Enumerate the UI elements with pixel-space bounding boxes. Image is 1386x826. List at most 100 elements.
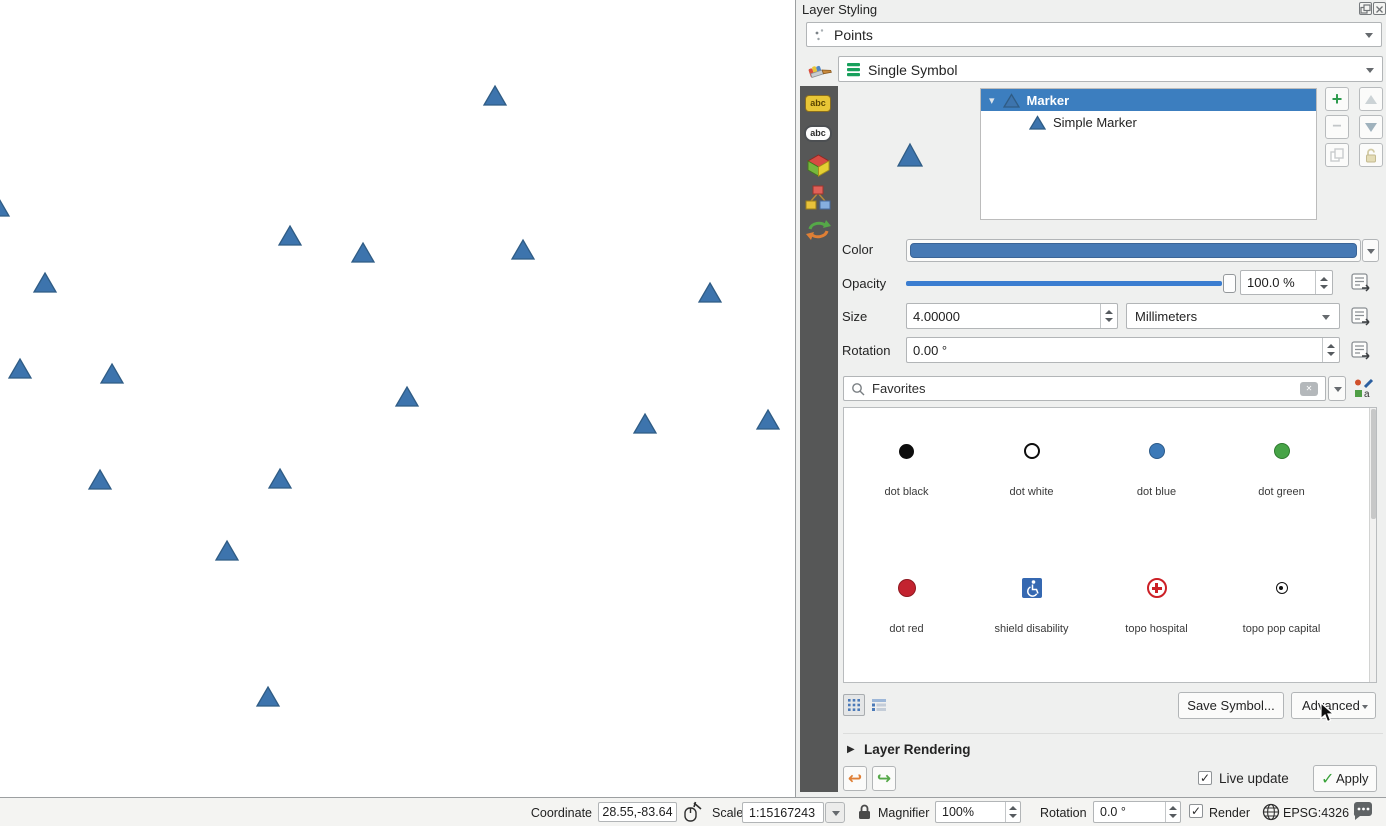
chevron-down-icon xyxy=(1362,705,1368,709)
magnifier-spinbox[interactable] xyxy=(935,801,1021,823)
symbol-item-dot-white[interactable]: dot white xyxy=(969,416,1094,546)
redo-button[interactable]: ↪ xyxy=(872,766,896,791)
move-up-button[interactable] xyxy=(1359,87,1383,111)
undo-button[interactable]: ↩ xyxy=(843,766,867,791)
crs-globe-icon[interactable] xyxy=(1262,803,1280,821)
symbol-item-shield-disability[interactable]: shield disability xyxy=(969,553,1094,683)
live-update-label: Live update xyxy=(1219,771,1289,786)
labels-tab-icon[interactable]: abc xyxy=(805,95,831,112)
scrollbar-thumb[interactable] xyxy=(1371,409,1376,519)
lock-scale-icon[interactable] xyxy=(857,803,872,820)
status-bar: Coordinate Scale Magnifier Rotation xyxy=(0,797,1386,826)
opacity-spinbox[interactable] xyxy=(1240,270,1333,295)
slider-handle[interactable] xyxy=(1223,274,1236,293)
callouts-tab-icon[interactable]: abc xyxy=(804,125,832,142)
renderer-selector[interactable]: Single Symbol xyxy=(838,56,1383,82)
apply-button[interactable]: ✓ Apply xyxy=(1313,765,1377,792)
symbol-item-dot-red[interactable]: dot red xyxy=(844,553,969,683)
data-defined-override-icon[interactable] xyxy=(1350,272,1372,294)
move-down-button[interactable] xyxy=(1359,115,1383,139)
symbol-search-box[interactable]: Favorites ✕ xyxy=(843,376,1326,401)
data-defined-override-icon[interactable] xyxy=(1350,306,1372,328)
scale-dropdown-button[interactable] xyxy=(825,802,845,823)
size-spinbox[interactable] xyxy=(906,303,1118,329)
symbol-item-topo-hospital[interactable]: topo hospital xyxy=(1094,553,1219,683)
scrollbar[interactable] xyxy=(1369,408,1376,682)
save-symbol-button[interactable]: Save Symbol... xyxy=(1178,692,1284,719)
clear-search-icon[interactable]: ✕ xyxy=(1300,382,1318,396)
color-swatch xyxy=(910,243,1357,258)
coordinate-value[interactable] xyxy=(599,803,676,821)
spin-buttons[interactable] xyxy=(1165,802,1180,822)
rotation-spinbox[interactable] xyxy=(906,337,1340,363)
3d-view-tab-icon[interactable] xyxy=(806,153,831,178)
rotation-status-spinbox[interactable] xyxy=(1093,801,1181,823)
remove-symbol-layer-button[interactable]: − xyxy=(1325,115,1349,139)
pop-capital-icon xyxy=(1276,582,1288,594)
scale-value[interactable] xyxy=(743,803,823,822)
symbology-brush-icon xyxy=(806,58,832,82)
style-manager-icon[interactable]: a xyxy=(1353,378,1374,399)
size-unit-combo[interactable]: Millimeters xyxy=(1126,303,1340,329)
divider xyxy=(843,733,1383,734)
point-marker xyxy=(279,226,301,245)
dot-blue-icon xyxy=(1149,443,1165,459)
duplicate-button[interactable] xyxy=(1325,143,1349,167)
history-tab-icon[interactable] xyxy=(805,218,832,241)
icon-view-button[interactable] xyxy=(843,694,865,716)
point-marker xyxy=(269,469,291,488)
lock-colors-button[interactable] xyxy=(1359,143,1383,167)
spin-buttons[interactable] xyxy=(1315,271,1332,294)
diagrams-tab-icon[interactable] xyxy=(805,185,832,210)
point-marker xyxy=(9,359,31,378)
float-panel-icon[interactable] xyxy=(1359,2,1372,15)
symbol-item-dot-black[interactable]: dot black xyxy=(844,416,969,546)
point-marker xyxy=(396,387,418,406)
render-label: Render xyxy=(1209,806,1250,820)
undo-icon: ↩ xyxy=(848,769,862,788)
list-view-icon xyxy=(872,699,886,711)
points-layer xyxy=(0,0,796,797)
opacity-slider[interactable] xyxy=(906,273,1236,294)
close-panel-icon[interactable] xyxy=(1373,2,1386,15)
spin-buttons[interactable] xyxy=(1005,802,1020,822)
spin-buttons[interactable] xyxy=(1322,338,1339,362)
layer-selector[interactable]: Points xyxy=(806,22,1382,47)
dot-red-icon xyxy=(898,579,916,597)
messages-icon[interactable] xyxy=(1352,802,1374,822)
collapse-arrow-icon[interactable]: ▶ xyxy=(847,744,855,755)
add-symbol-layer-button[interactable]: + xyxy=(1325,87,1349,111)
hospital-icon xyxy=(1147,578,1167,598)
scale-input[interactable] xyxy=(742,802,824,823)
symbol-preset-grid: dot black dot white dot blue dot green d… xyxy=(843,407,1377,683)
symbol-tree-item-marker[interactable]: ▾ Marker xyxy=(981,89,1316,111)
size-input[interactable] xyxy=(907,304,1117,328)
live-update-checkbox[interactable]: ✓ xyxy=(1198,771,1212,785)
color-label: Color xyxy=(842,242,873,257)
color-button[interactable] xyxy=(906,239,1361,262)
symbol-item-topo-pop-capital[interactable]: topo pop capital xyxy=(1219,553,1344,683)
symbol-tree-item-simple-marker[interactable]: Simple Marker xyxy=(981,111,1316,133)
symbol-item-dot-blue[interactable]: dot blue xyxy=(1094,416,1219,546)
rotation-input[interactable] xyxy=(907,338,1339,362)
map-canvas[interactable] xyxy=(0,0,796,797)
chevron-down-icon xyxy=(1366,68,1374,73)
data-defined-override-icon[interactable] xyxy=(1350,340,1372,362)
slider-track xyxy=(906,281,1222,286)
mouse-position-icon[interactable] xyxy=(682,801,703,823)
spin-buttons[interactable] xyxy=(1100,304,1117,328)
search-dropdown-button[interactable] xyxy=(1328,376,1346,401)
point-marker xyxy=(757,410,779,429)
coordinate-input[interactable] xyxy=(598,802,677,822)
unlock-icon xyxy=(1364,148,1378,163)
render-checkbox[interactable]: ✓ xyxy=(1189,804,1203,818)
expander-icon[interactable]: ▾ xyxy=(989,94,995,107)
dot-black-icon xyxy=(899,444,914,459)
layer-rendering-header[interactable]: Layer Rendering xyxy=(864,742,971,757)
symbol-item-dot-green[interactable]: dot green xyxy=(1219,416,1344,546)
redo-icon: ↪ xyxy=(877,769,891,788)
list-view-button[interactable] xyxy=(868,694,890,716)
color-dropdown-button[interactable] xyxy=(1362,239,1379,262)
rotation-status-label: Rotation xyxy=(1040,806,1087,820)
renderer-value: Single Symbol xyxy=(868,62,958,78)
